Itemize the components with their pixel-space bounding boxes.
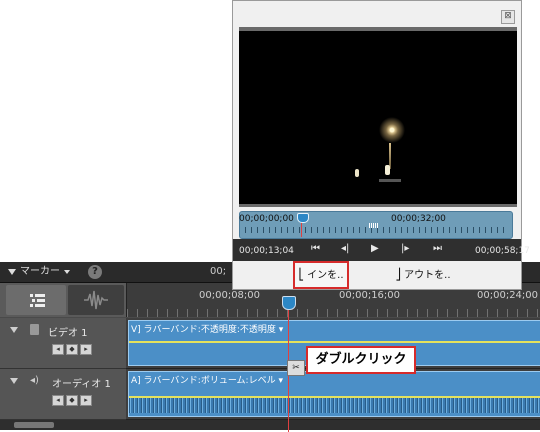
audio-track-header[interactable]: ◂) オーディオ 1 ◂ ◆ ▸ bbox=[0, 369, 126, 420]
ruler-label: 00;00;08;00 bbox=[199, 290, 261, 301]
audio-clip[interactable]: A] ラバーバンド:ボリューム:レベル ▾ bbox=[128, 371, 540, 417]
add-keyframe-button[interactable]: ◆ bbox=[66, 344, 78, 355]
double-click-callout: ダブルクリック bbox=[306, 346, 416, 374]
scrollbar-thumb[interactable] bbox=[14, 422, 54, 428]
track-list-tool-button[interactable] bbox=[6, 285, 66, 315]
prev-keyframe-button[interactable]: ◂ bbox=[52, 344, 64, 355]
set-out-point-button[interactable]: ⎦ アウトを.. bbox=[393, 265, 453, 285]
dropdown-arrow-icon bbox=[64, 270, 70, 274]
video-track-header[interactable]: ビデオ 1 ◂ ◆ ▸ bbox=[0, 318, 126, 369]
ruler-label: 00;00;16;00 bbox=[339, 290, 401, 301]
marker-label: マーカー bbox=[20, 266, 60, 277]
skip-to-start-button[interactable]: ⏮ bbox=[311, 243, 320, 254]
playhead-handle[interactable] bbox=[282, 296, 296, 310]
ruler-ticks bbox=[127, 309, 540, 317]
set-in-label: インを.. bbox=[307, 270, 344, 281]
audio-track-lane[interactable]: A] ラバーバンド:ボリューム:レベル ▾ bbox=[126, 369, 540, 420]
next-keyframe-button[interactable]: ▸ bbox=[80, 395, 92, 406]
scissors-icon[interactable]: ✂ bbox=[287, 360, 305, 376]
scrub-playhead-handle[interactable] bbox=[297, 213, 309, 223]
collapse-icon[interactable] bbox=[10, 327, 18, 333]
film-icon bbox=[30, 324, 39, 335]
timeline-scrollbar[interactable] bbox=[0, 420, 540, 430]
preview-dialog: ⊠ 00;00;00;00 00;00;32;00 00;00;13;04 ⏮ … bbox=[232, 0, 530, 290]
next-keyframe-button[interactable]: ▸ bbox=[80, 344, 92, 355]
video-track-name: ビデオ 1 bbox=[48, 328, 88, 339]
audio-track-name: オーディオ 1 bbox=[52, 379, 111, 390]
keyframe-navigator: ◂ ◆ ▸ bbox=[52, 395, 92, 406]
audio-waveform bbox=[129, 397, 540, 413]
add-keyframe-button[interactable]: ◆ bbox=[66, 395, 78, 406]
help-icon[interactable]: ? bbox=[88, 265, 102, 279]
bracket-icon: ⎦ bbox=[395, 268, 401, 281]
waveform-icon bbox=[84, 290, 108, 310]
step-back-button[interactable]: ◂| bbox=[341, 243, 349, 254]
scrub-playhead-line bbox=[301, 221, 302, 237]
video-clip-label[interactable]: V] ラバーバンド:不透明度:不透明度 ▾ bbox=[131, 322, 283, 335]
play-button[interactable]: ▶ bbox=[371, 243, 379, 254]
collapse-icon[interactable] bbox=[10, 378, 18, 384]
speaker-icon: ◂) bbox=[30, 375, 39, 386]
header-timecode: 00; bbox=[210, 266, 227, 277]
keyframe-navigator: ◂ ◆ ▸ bbox=[52, 344, 92, 355]
bracket-icon: ⎣ bbox=[298, 268, 304, 281]
total-duration-timecode: 00;00;58;17 bbox=[475, 246, 530, 256]
firework-burst bbox=[379, 117, 405, 143]
prev-keyframe-button[interactable]: ◂ bbox=[52, 395, 64, 406]
firework-spark bbox=[385, 165, 390, 175]
set-in-point-button[interactable]: ⎣ インを.. bbox=[293, 261, 349, 289]
marker-menu-button[interactable]: マーカー bbox=[8, 265, 70, 279]
close-icon[interactable]: ⊠ bbox=[501, 10, 515, 24]
set-out-label: アウトを.. bbox=[404, 270, 451, 281]
scrub-start-timecode: 00;00;00;00 bbox=[239, 214, 294, 224]
video-preview bbox=[239, 27, 517, 207]
water-reflection bbox=[379, 179, 401, 182]
firework-spark bbox=[355, 169, 359, 177]
step-forward-button[interactable]: |▸ bbox=[401, 243, 409, 254]
audio-clip-label[interactable]: A] ラバーバンド:ボリューム:レベル ▾ bbox=[131, 373, 283, 386]
scrub-marker bbox=[369, 223, 379, 228]
volume-rubberband[interactable] bbox=[129, 396, 540, 398]
scrub-mid-timecode: 00;00;32;00 bbox=[391, 214, 446, 224]
ruler-label: 00;00;24;00 bbox=[477, 290, 539, 301]
opacity-rubberband[interactable] bbox=[129, 341, 540, 343]
chevron-down-icon bbox=[8, 269, 16, 275]
track-list-icon bbox=[30, 294, 45, 307]
audio-waveform-tool-button[interactable] bbox=[68, 285, 124, 315]
current-timecode: 00;00;13;04 bbox=[239, 246, 294, 256]
skip-to-end-button[interactable]: ⏭ bbox=[433, 243, 442, 254]
